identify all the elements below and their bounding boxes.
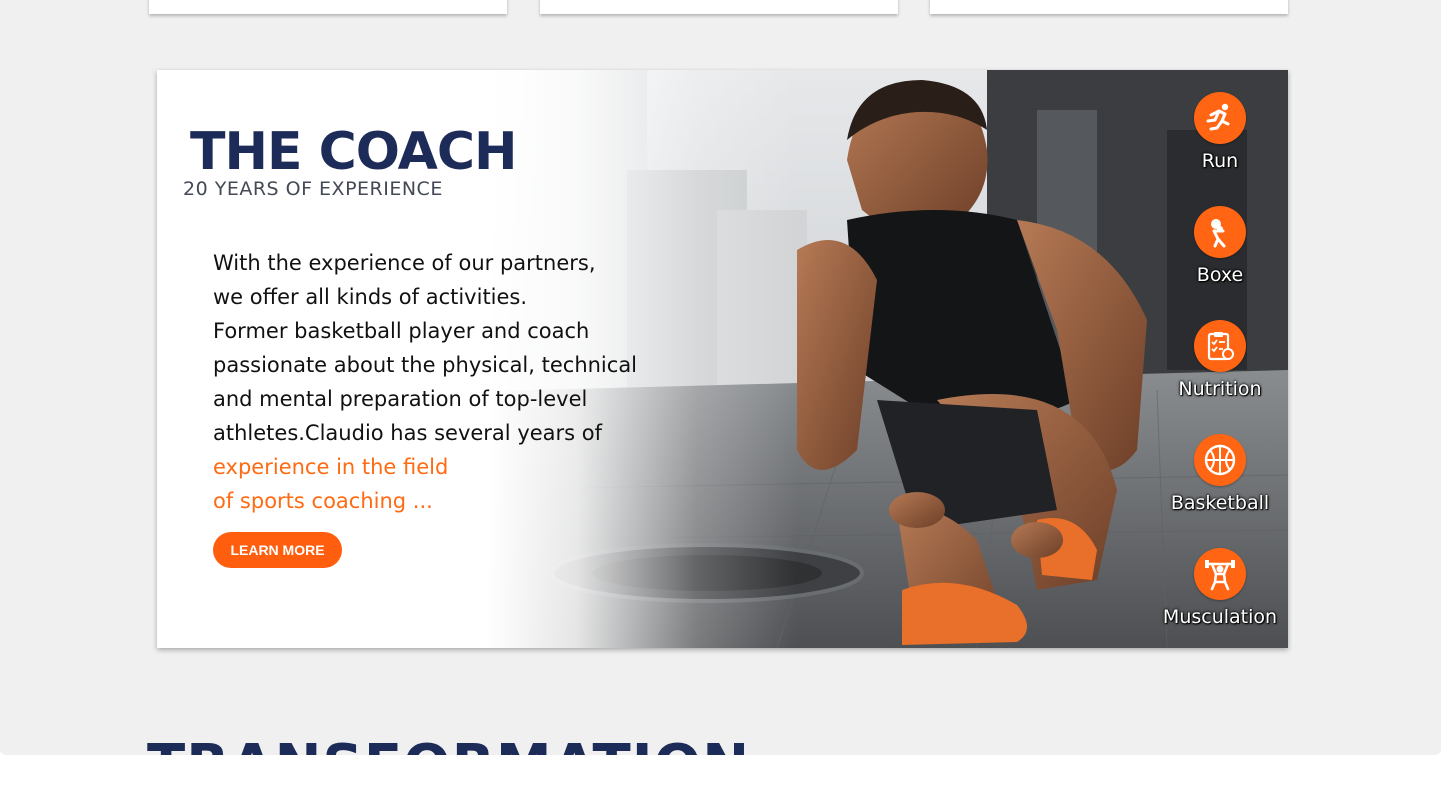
activity-run[interactable]: Run	[1157, 92, 1283, 182]
hero-subtitle: 20 YEARS OF EXPERIENCE	[183, 178, 443, 200]
weightlifting-icon	[1194, 548, 1246, 600]
activity-label: Basketball	[1170, 492, 1270, 514]
highlight-line: of sports coaching ...	[213, 489, 433, 513]
page-viewport: THE COACH 20 YEARS OF EXPERIENCE With th…	[0, 0, 1441, 755]
activity-nutrition[interactable]: Nutrition	[1157, 320, 1283, 410]
highlight-line: experience in the field	[213, 455, 449, 479]
boxing-icon	[1194, 206, 1246, 258]
top-card-1[interactable]	[149, 0, 507, 14]
activity-basketball[interactable]: Basketball	[1157, 434, 1283, 524]
hero-title: THE COACH	[190, 122, 518, 182]
learn-more-button[interactable]: LEARN MORE	[213, 532, 342, 568]
description-line: Former basketball player and coach	[213, 319, 590, 343]
top-card-3[interactable]	[930, 0, 1288, 14]
activity-musculation[interactable]: Musculation	[1157, 548, 1283, 638]
basketball-icon	[1194, 434, 1246, 486]
section-title: TRANSFORMATION	[147, 738, 750, 756]
activity-label: Boxe	[1196, 264, 1244, 286]
description-line: athletes.Claudio has several years of	[213, 421, 603, 445]
activity-label: Nutrition	[1178, 378, 1262, 400]
top-card-2[interactable]	[540, 0, 898, 14]
coach-hero-banner: THE COACH 20 YEARS OF EXPERIENCE With th…	[157, 70, 1288, 648]
nutrition-clipboard-icon	[1194, 320, 1246, 372]
activity-boxe[interactable]: Boxe	[1157, 206, 1283, 296]
activity-label: Musculation	[1162, 606, 1278, 628]
activity-label: Run	[1201, 150, 1239, 172]
description-line: we offer all kinds of activities.	[213, 285, 528, 309]
description-line: passionate about the physical, technical	[213, 353, 638, 377]
description-line: and mental preparation of top-level	[213, 387, 588, 411]
running-icon	[1194, 92, 1246, 144]
description-line: With the experience of our partners,	[213, 251, 596, 275]
hero-description: With the experience of our partners, we …	[213, 246, 703, 518]
